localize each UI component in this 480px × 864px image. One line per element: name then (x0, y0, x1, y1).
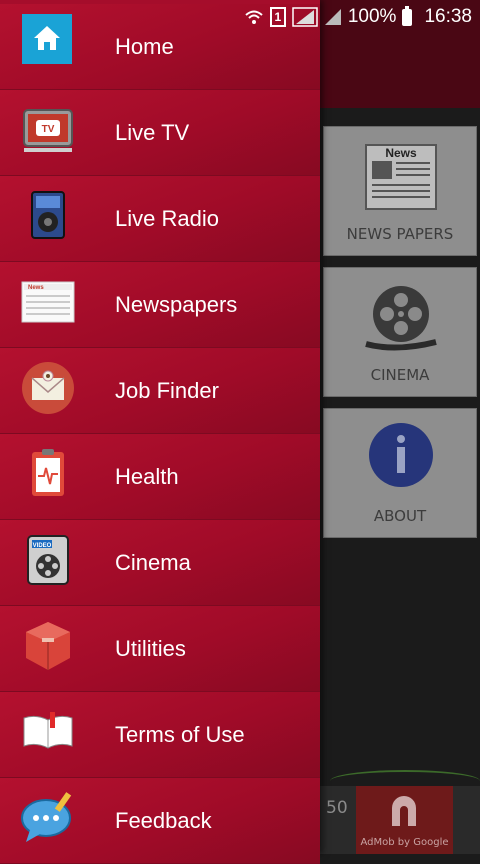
svg-text:TV: TV (42, 124, 55, 135)
ad-attribution: AdMob by Google (360, 837, 449, 848)
health-clipboard-icon (32, 449, 64, 496)
admob-logo-icon (392, 796, 416, 826)
drawer-item-label: Newspapers (115, 291, 238, 317)
tile-label: NEWS PAPERS (346, 225, 454, 243)
drawer-item-label: Live TV (115, 119, 190, 145)
drawer-item-label: Cinema (115, 549, 191, 575)
svg-text:VIDEO: VIDEO (33, 543, 52, 549)
film-reel-icon (365, 286, 437, 351)
drawer-item-job-finder[interactable]: Job Finder (0, 348, 320, 434)
status-bar: 1 100% 16:38 (0, 0, 480, 34)
video-icon: VIDEO (27, 535, 69, 585)
drawer-item-live-tv[interactable]: TV Live TV (0, 90, 320, 176)
signal-strength-icon (292, 7, 318, 27)
chat-bubble-icon (21, 792, 72, 842)
tile-about[interactable]: ABOUT (323, 408, 477, 538)
signal-strength-icon (324, 9, 341, 25)
drawer-item-cinema[interactable]: VIDEO Cinema (0, 520, 320, 606)
drawer-item-newspapers[interactable]: News Newspapers (0, 262, 320, 348)
drawer-item-label: Terms of Use (115, 721, 245, 747)
ad-banner[interactable]: 50 AdMob by Google (320, 786, 480, 854)
radio-icon (31, 191, 65, 239)
svg-text:News: News (385, 146, 417, 160)
drawer-item-feedback[interactable]: Feedback (0, 778, 320, 864)
newspaper-icon: News (365, 144, 437, 210)
info-icon (369, 423, 433, 487)
sim-slot-badge: 1 (269, 7, 286, 27)
drawer-item-label: Health (115, 463, 179, 489)
battery-percent: 100% (347, 6, 397, 27)
tile-label: ABOUT (373, 507, 427, 525)
clock: 16:38 (424, 6, 472, 27)
drawer-item-label: Job Finder (115, 377, 219, 403)
drawer-item-label: Utilities (115, 635, 186, 661)
battery-icon (402, 5, 413, 26)
tile-news-papers[interactable]: News NEWS PAPERS (323, 126, 477, 256)
drawer-item-label: Live Radio (115, 205, 219, 231)
tile-label: CINEMA (370, 366, 430, 384)
drawer-item-health[interactable]: Health (0, 434, 320, 520)
newspaper-icon: News (21, 281, 75, 323)
ad-box[interactable]: AdMob by Google (356, 786, 453, 854)
wifi-icon (245, 10, 263, 24)
tv-icon: TV (23, 109, 73, 152)
drawer-item-label: Home (115, 33, 174, 59)
drawer-item-live-radio[interactable]: Live Radio (0, 176, 320, 262)
book-icon (23, 712, 73, 749)
navigation-drawer: Home TV Live TV Live Radio News Newspape… (0, 0, 320, 864)
svg-text:News: News (28, 285, 44, 291)
drawer-item-label: Feedback (115, 807, 212, 833)
envelope-icon (22, 362, 74, 414)
tile-cinema[interactable]: CINEMA (323, 267, 477, 397)
drawer-item-terms-of-use[interactable]: Terms of Use (0, 692, 320, 778)
ad-count: 50 (326, 798, 348, 818)
toolbox-icon (26, 622, 70, 670)
drawer-item-utilities[interactable]: Utilities (0, 606, 320, 692)
